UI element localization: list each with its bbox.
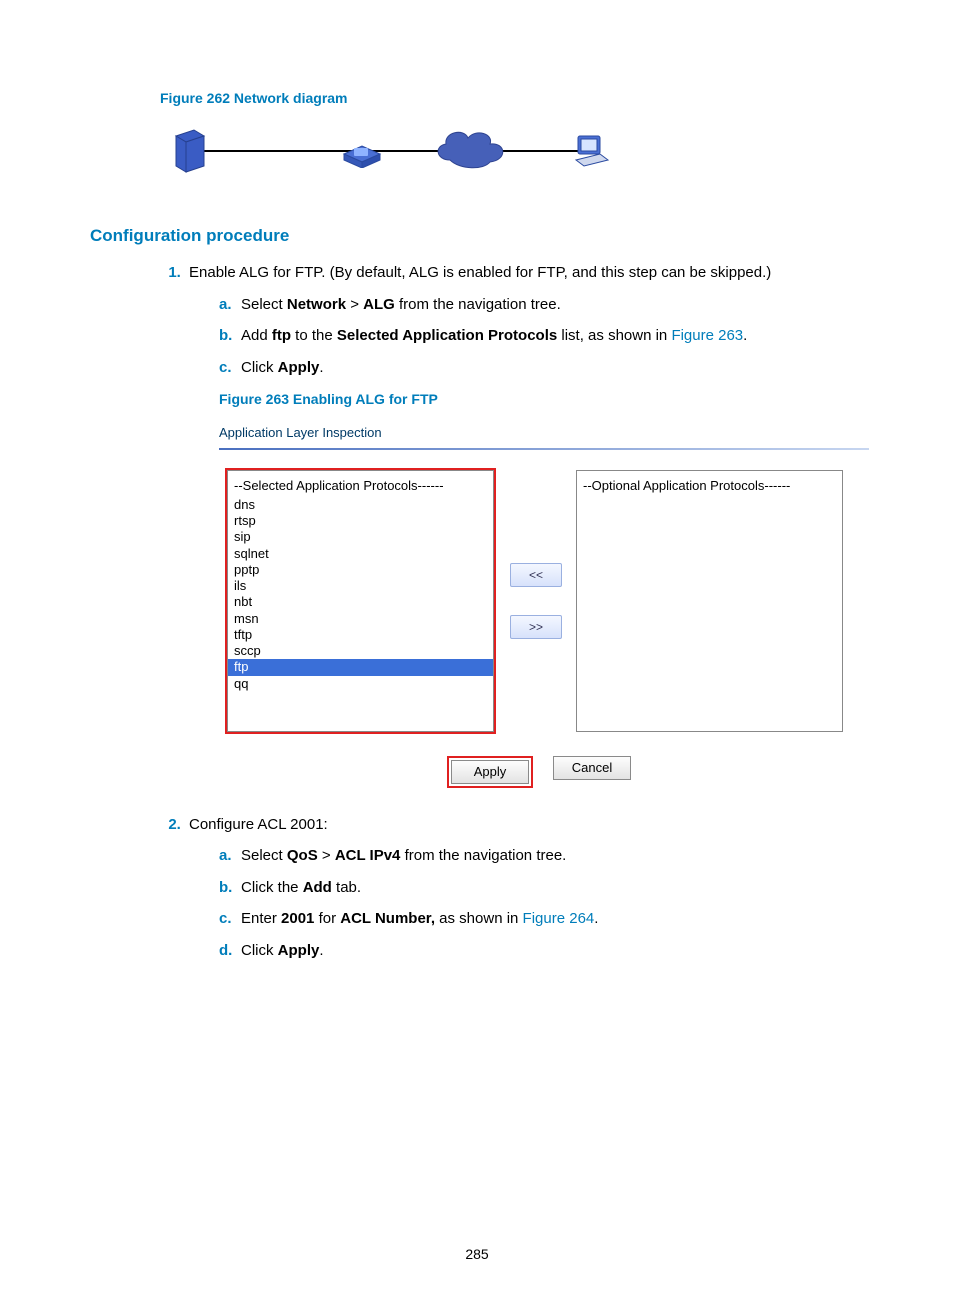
list-item[interactable]: tftp xyxy=(228,627,493,643)
figure-264-link[interactable]: Figure 264 xyxy=(523,910,595,927)
marker-b: b. xyxy=(219,875,241,901)
network-diagram xyxy=(160,116,864,186)
step-2: Configure ACL 2001: a.Select QoS > ACL I… xyxy=(185,812,864,964)
optional-protocols-listbox[interactable]: --Optional Application Protocols------ xyxy=(576,470,843,732)
list-item[interactable]: sccp xyxy=(228,643,493,659)
step-2a: a.Select QoS > ACL IPv4 from the navigat… xyxy=(219,843,864,869)
step-2d: d.Click Apply. xyxy=(219,938,864,964)
marker-c: c. xyxy=(219,906,241,932)
list-item[interactable]: nbt xyxy=(228,594,493,610)
configuration-procedure-heading: Configuration procedure xyxy=(90,226,864,246)
optional-protocols-header: --Optional Application Protocols------ xyxy=(577,471,842,497)
list-item[interactable]: qq xyxy=(228,676,493,692)
step-1a: a.Select Network > ALG from the navigati… xyxy=(219,292,864,318)
step-2b: b.Click the Add tab. xyxy=(219,875,864,901)
figure-262-caption: Figure 262 Network diagram xyxy=(160,90,864,106)
alg-screenshot: Application Layer Inspection --Selected … xyxy=(219,422,869,788)
router-icon xyxy=(340,132,384,172)
step-2-text: Configure ACL 2001: xyxy=(189,816,328,833)
apply-button[interactable]: Apply xyxy=(451,760,529,784)
step-1-text: Enable ALG for FTP. (By default, ALG is … xyxy=(189,264,771,281)
list-item[interactable]: pptp xyxy=(228,562,493,578)
step-2c: c.Enter 2001 for ACL Number, as shown in… xyxy=(219,906,864,932)
move-left-button[interactable]: << xyxy=(510,563,562,587)
list-item[interactable]: sqlnet xyxy=(228,546,493,562)
list-item[interactable]: ils xyxy=(228,578,493,594)
selected-protocols-listbox[interactable]: --Selected Application Protocols------ d… xyxy=(227,470,494,732)
marker-c: c. xyxy=(219,355,241,381)
page-number: 285 xyxy=(0,1246,954,1262)
cancel-button[interactable]: Cancel xyxy=(553,756,631,780)
marker-b: b. xyxy=(219,323,241,349)
cloud-icon xyxy=(430,124,510,178)
figure-263-link[interactable]: Figure 263 xyxy=(671,327,743,344)
marker-a: a. xyxy=(219,292,241,318)
figure-263-caption: Figure 263 Enabling ALG for FTP xyxy=(219,388,864,412)
step-1b: b.Add ftp to the Selected Application Pr… xyxy=(219,323,864,349)
embed-title: Application Layer Inspection xyxy=(219,422,869,448)
pc-icon xyxy=(570,130,614,178)
list-item[interactable]: rtsp xyxy=(228,513,493,529)
move-right-button[interactable]: >> xyxy=(510,615,562,639)
step-1c: c.Click Apply. xyxy=(219,355,864,381)
server-icon xyxy=(170,126,210,180)
list-item[interactable]: sip xyxy=(228,529,493,545)
marker-a: a. xyxy=(219,843,241,869)
list-item[interactable]: msn xyxy=(228,611,493,627)
selected-protocols-header: --Selected Application Protocols------ xyxy=(228,471,493,497)
step-1: Enable ALG for FTP. (By default, ALG is … xyxy=(185,260,864,788)
marker-d: d. xyxy=(219,938,241,964)
list-item-selected[interactable]: ftp xyxy=(228,659,493,675)
list-item[interactable]: dns xyxy=(228,497,493,513)
